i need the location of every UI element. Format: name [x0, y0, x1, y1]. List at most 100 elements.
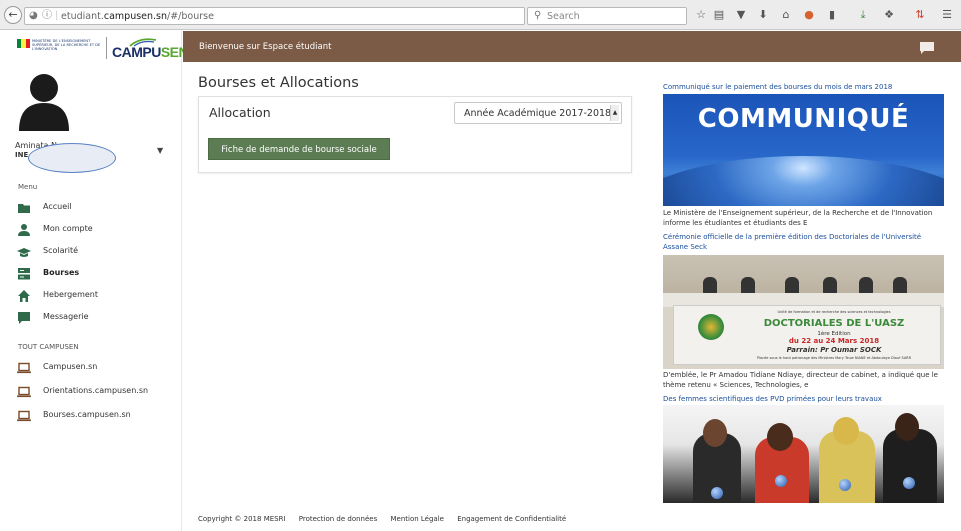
- campusen-logo: CAMPUSEN: [112, 44, 189, 60]
- chevron-down-icon[interactable]: ▼: [157, 146, 163, 155]
- earth-graphic: [663, 156, 944, 206]
- sidebar-item-mon-compte[interactable]: Mon compte: [0, 219, 182, 241]
- addon-icon[interactable]: ❖: [882, 8, 896, 22]
- academic-year-select[interactable]: Année Académique 2017-2018 ▲: [454, 102, 622, 124]
- bookmark-star-icon[interactable]: ☆: [694, 8, 708, 22]
- back-button[interactable]: ←: [4, 6, 22, 24]
- sidebar-link-label: Orientations.campusen.sn: [43, 386, 149, 395]
- sidebar-link-label: Campusen.sn: [43, 362, 98, 371]
- person-head: [833, 417, 859, 445]
- section-header-tout-campusen: TOUT CAMPUSEN: [18, 343, 79, 351]
- sidebar-item-label: Bourses: [43, 268, 80, 277]
- academic-year-value: Année Académique 2017-2018: [464, 108, 612, 119]
- sidebar-item-label: Mon compte: [43, 224, 93, 233]
- communique-word: COMMUNIQUÉ: [697, 104, 910, 134]
- avatar-icon: [19, 74, 69, 131]
- download-icon[interactable]: ⬇: [756, 8, 770, 22]
- doctoriales-banner: Unité de formation et de recherche des s…: [673, 305, 941, 365]
- allocation-card: Allocation Année Académique 2017-2018 ▲ …: [198, 96, 632, 173]
- news-title-link[interactable]: Cérémonie officielle de la première édit…: [663, 233, 943, 252]
- separator-icon: |: [55, 10, 59, 21]
- ministry-name: Ministère de l'Enseignement supérieur, d…: [32, 39, 101, 52]
- laptop-icon: [17, 386, 31, 398]
- footer-link-mention[interactable]: Mention Légale: [390, 515, 443, 523]
- server-icon: [18, 268, 30, 280]
- page-info-icon[interactable]: ⓘ: [42, 10, 52, 22]
- card-title: Allocation: [209, 105, 271, 120]
- sidebar-item-hebergement[interactable]: Hebergement: [0, 285, 182, 307]
- url-text: etudiant.campusen.sn/#/bourse: [61, 11, 214, 22]
- search-icon: ⚲: [534, 10, 542, 21]
- logo-divider: [106, 37, 107, 59]
- address-bar[interactable]: ◕ ⓘ | etudiant.campusen.sn/#/bourse ↻: [24, 7, 543, 25]
- hamburger-menu-icon[interactable]: ☰: [940, 8, 954, 22]
- banner-unit: Unité de formation et de recherche des s…: [777, 310, 891, 314]
- news-title-link[interactable]: Des femmes scientifiques des PVD primées…: [663, 395, 882, 403]
- laptop-icon: [17, 362, 31, 374]
- footer-link-engagement[interactable]: Engagement de Confidentialité: [457, 515, 566, 523]
- laptop-icon: [17, 410, 31, 422]
- browser-search[interactable]: ⚲ Search: [527, 7, 687, 25]
- logo[interactable]: Ministère de l'Enseignement supérieur, d…: [0, 31, 189, 67]
- sidebar: Ministère de l'Enseignement supérieur, d…: [0, 31, 189, 531]
- trophy-icon: [775, 475, 787, 487]
- graduation-cap-icon: [17, 248, 31, 257]
- person-head: [703, 419, 727, 447]
- sidebar-link-campusen[interactable]: Campusen.sn: [0, 357, 182, 379]
- header-bar: Bienvenue sur Espace étudiant: [183, 31, 961, 62]
- footer: Copyright © 2018 MESRI Protection de don…: [198, 515, 577, 523]
- banner-parrain: Parrain: Pr Oumar SOCK: [786, 346, 882, 354]
- banner-date: du 22 au 24 Mars 2018: [788, 337, 880, 345]
- communique-image[interactable]: COMMUNIQUÉ: [663, 94, 944, 206]
- sidebar-item-label: Messagerie: [43, 312, 89, 321]
- fiche-demande-button[interactable]: Fiche de demande de bourse sociale: [208, 138, 390, 160]
- search-placeholder: Search: [547, 11, 580, 22]
- person-head: [767, 423, 793, 451]
- banner-patronage: Placée sous le haut patronage des Minist…: [756, 356, 912, 360]
- sidebar-item-label: Scolarité: [43, 246, 79, 255]
- message-icon[interactable]: [920, 42, 934, 54]
- sidebar-item-bourses[interactable]: Bourses: [0, 263, 182, 285]
- sidebar-item-label: Accueil: [43, 202, 72, 211]
- trophy-icon: [903, 477, 915, 489]
- history-icon: ◕: [29, 10, 38, 21]
- news-excerpt: Le Ministère de l'Enseignement supérieur…: [663, 209, 933, 227]
- senegal-flag-icon: [17, 39, 30, 48]
- university-seal-icon: [698, 314, 724, 340]
- extension-icon[interactable]: ●: [802, 8, 816, 22]
- femmes-scientifiques-image[interactable]: [663, 405, 944, 503]
- banner-title: DOCTORIALES DE L'UASZ: [763, 318, 905, 329]
- sidebar-link-bourses[interactable]: Bourses.campusen.sn: [0, 405, 182, 427]
- select-arrow-icon: ▲: [610, 105, 619, 121]
- user-icon: [18, 224, 30, 236]
- header-title: Bienvenue sur Espace étudiant: [199, 42, 332, 52]
- chat-icon: [18, 312, 30, 324]
- copyright: Copyright © 2018 MESRI: [198, 515, 286, 523]
- user-ine: INE: [15, 151, 29, 159]
- redaction-mark: [28, 143, 116, 173]
- sidebar-item-messagerie[interactable]: Messagerie: [0, 307, 182, 329]
- pocket-icon[interactable]: ▼: [734, 8, 748, 22]
- sidebar-item-scolarite[interactable]: Scolarité: [0, 241, 182, 263]
- sidebar-link-orientations[interactable]: Orientations.campusen.sn: [0, 381, 182, 403]
- page-title: Bourses et Allocations: [198, 75, 359, 91]
- folder-icon: [18, 204, 30, 213]
- sync-icon[interactable]: ⇅: [913, 8, 927, 22]
- trophy-icon: [711, 487, 723, 499]
- menu-header: Menu: [18, 183, 38, 191]
- sidebar-item-label: Hebergement: [43, 290, 99, 299]
- home-icon: [18, 290, 30, 302]
- doctoriales-image[interactable]: Unité de formation et de recherche des s…: [663, 255, 944, 369]
- sidebar-item-accueil[interactable]: Accueil: [0, 197, 182, 219]
- footer-link-protection[interactable]: Protection de données: [299, 515, 377, 523]
- clipboard-icon[interactable]: ▮: [825, 8, 839, 22]
- reading-list-icon[interactable]: ▤: [712, 8, 726, 22]
- home-icon[interactable]: ⌂: [779, 8, 793, 22]
- sidebar-link-label: Bourses.campusen.sn: [43, 410, 131, 419]
- person-head: [895, 413, 919, 441]
- news-title-link[interactable]: Communiqué sur le paiement des bourses d…: [663, 83, 892, 91]
- trophy-icon: [839, 479, 851, 491]
- download-arrow-icon[interactable]: ⤓: [856, 8, 870, 22]
- news-excerpt: D'emblée, le Pr Amadou Tidiane Ndiaye, d…: [663, 371, 938, 389]
- browser-toolbar: ← ◕ ⓘ | etudiant.campusen.sn/#/bourse ↻ …: [0, 0, 961, 30]
